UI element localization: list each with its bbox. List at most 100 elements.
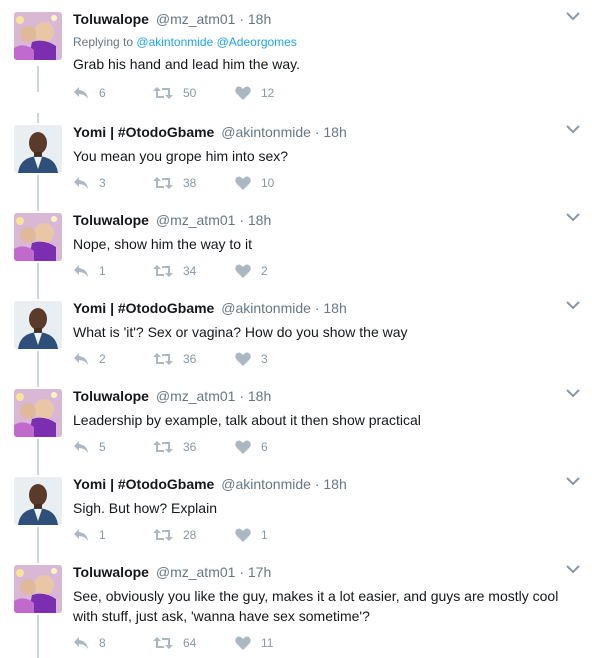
username[interactable]: @akintonmide (221, 124, 311, 140)
separator-dot: · (239, 388, 244, 404)
heart-icon (235, 352, 251, 366)
tweet-text: What is 'it'? Sex or vagina? How do you … (73, 324, 408, 340)
retweet-count: 36 (183, 440, 197, 454)
chevron-down-icon[interactable] (566, 388, 580, 398)
tweet[interactable]: Toluwalope @mz_atm01 · 18h Replying to @… (0, 0, 606, 100)
display-name[interactable]: Toluwalope (73, 212, 149, 228)
username[interactable]: @mz_atm01 (156, 564, 236, 580)
retweet-count: 38 (183, 176, 197, 190)
reply-button[interactable]: 1 (73, 526, 106, 544)
avatar[interactable] (14, 12, 62, 60)
chevron-down-icon[interactable] (566, 212, 580, 222)
reply-button[interactable]: 6 (73, 84, 106, 102)
thread-connector-line (37, 377, 39, 387)
timestamp[interactable]: 18h (248, 212, 271, 228)
reply-button[interactable]: 5 (73, 438, 106, 456)
display-name[interactable]: Yomi | #OtodoGbame (73, 476, 214, 492)
reply-icon (74, 529, 88, 541)
tweet[interactable]: Toluwalope @mz_atm01 · 18h Leadership by… (0, 377, 606, 465)
chevron-down-icon[interactable] (566, 564, 580, 574)
avatar[interactable] (14, 213, 62, 261)
separator-dot: · (314, 124, 320, 140)
thread-connector-line (37, 465, 39, 475)
retweet-button[interactable]: 36 (153, 438, 196, 456)
tweet[interactable]: Yomi | #OtodoGbame @akintonmide · 18h Si… (0, 465, 606, 553)
thread-connector-line (37, 351, 39, 377)
timestamp[interactable]: 18h (248, 11, 271, 27)
profile-photo-woman-icon (14, 12, 62, 60)
mention-link[interactable]: @Adeorgomes (217, 35, 297, 49)
chevron-down-icon[interactable] (566, 300, 580, 310)
like-button[interactable]: 2 (235, 262, 268, 280)
separator-dot: · (314, 300, 320, 316)
replying-to-label: Replying to (73, 35, 134, 49)
retweet-button[interactable]: 38 (153, 174, 196, 192)
reply-button[interactable]: 3 (73, 174, 106, 192)
username[interactable]: @mz_atm01 (156, 388, 236, 404)
thread-connector-line (37, 175, 39, 201)
username[interactable]: @akintonmide (221, 476, 311, 492)
timestamp[interactable]: 17h (248, 564, 271, 580)
reply-count: 5 (99, 440, 106, 454)
tweet[interactable]: Toluwalope @mz_atm01 · 17h See, obviousl… (0, 553, 606, 658)
avatar[interactable] (14, 389, 62, 437)
reply-button[interactable]: 1 (73, 262, 106, 280)
avatar[interactable] (14, 301, 62, 349)
retweet-count: 50 (183, 86, 197, 100)
username[interactable]: @mz_atm01 (156, 11, 236, 27)
avatar[interactable] (14, 477, 62, 525)
retweet-icon (153, 637, 173, 649)
reply-count: 1 (99, 528, 106, 542)
chevron-down-icon[interactable] (566, 124, 580, 134)
retweet-icon (153, 177, 173, 189)
retweet-icon (153, 353, 173, 365)
username[interactable]: @akintonmide (221, 300, 311, 316)
tweet[interactable]: Yomi | #OtodoGbame @akintonmide · 18h Wh… (0, 289, 606, 377)
timestamp[interactable]: 18h (323, 476, 346, 492)
thread-connector-line (37, 439, 39, 465)
retweet-icon (153, 529, 173, 541)
like-button[interactable]: 11 (235, 634, 273, 652)
like-button[interactable]: 1 (235, 526, 268, 544)
thread-connector-line (37, 615, 39, 658)
tweet-text: Grab his hand and lead him the way. (73, 56, 300, 72)
avatar[interactable] (14, 565, 62, 613)
mention-link[interactable]: @akintonmide (136, 35, 213, 49)
tweet-text: See, obviously you like the guy, makes i… (73, 588, 559, 624)
reply-button[interactable]: 2 (73, 350, 106, 368)
avatar[interactable] (14, 125, 62, 173)
retweet-button[interactable]: 34 (153, 262, 196, 280)
retweet-button[interactable]: 36 (153, 350, 196, 368)
retweet-button[interactable]: 50 (153, 84, 196, 102)
tweet-header: Yomi | #OtodoGbame @akintonmide · 18h (73, 476, 347, 493)
like-button[interactable]: 12 (235, 84, 274, 102)
chevron-down-icon[interactable] (566, 11, 580, 21)
retweet-button[interactable]: 28 (153, 526, 196, 544)
like-button[interactable]: 3 (235, 350, 268, 368)
timestamp[interactable]: 18h (248, 388, 271, 404)
tweet-header: Yomi | #OtodoGbame @akintonmide · 18h (73, 300, 347, 317)
username[interactable]: @mz_atm01 (156, 212, 236, 228)
tweet-text: You mean you grope him into sex? (73, 148, 289, 164)
profile-photo-woman-icon (14, 389, 62, 437)
like-count: 11 (261, 636, 274, 650)
reply-button[interactable]: 8 (73, 634, 106, 652)
chevron-down-icon[interactable] (566, 476, 580, 486)
display-name[interactable]: Yomi | #OtodoGbame (73, 124, 214, 140)
replying-to: Replying to @akintonmide @Adeorgomes (73, 34, 297, 50)
like-button[interactable]: 6 (235, 438, 268, 456)
like-button[interactable]: 10 (235, 174, 274, 192)
separator-dot: · (239, 564, 244, 580)
tweet[interactable]: Yomi | #OtodoGbame @akintonmide · 18h Yo… (0, 113, 606, 201)
tweet[interactable]: Toluwalope @mz_atm01 · 18h Nope, show hi… (0, 201, 606, 289)
retweet-button[interactable]: 64 (153, 634, 196, 652)
timestamp[interactable]: 18h (323, 124, 346, 140)
display-name[interactable]: Toluwalope (73, 388, 149, 404)
display-name[interactable]: Toluwalope (73, 564, 149, 580)
thread-connector-line (37, 289, 39, 299)
like-count: 6 (261, 440, 268, 454)
timestamp[interactable]: 18h (323, 300, 346, 316)
display-name[interactable]: Toluwalope (73, 11, 149, 27)
reply-icon (74, 265, 88, 277)
display-name[interactable]: Yomi | #OtodoGbame (73, 300, 214, 316)
